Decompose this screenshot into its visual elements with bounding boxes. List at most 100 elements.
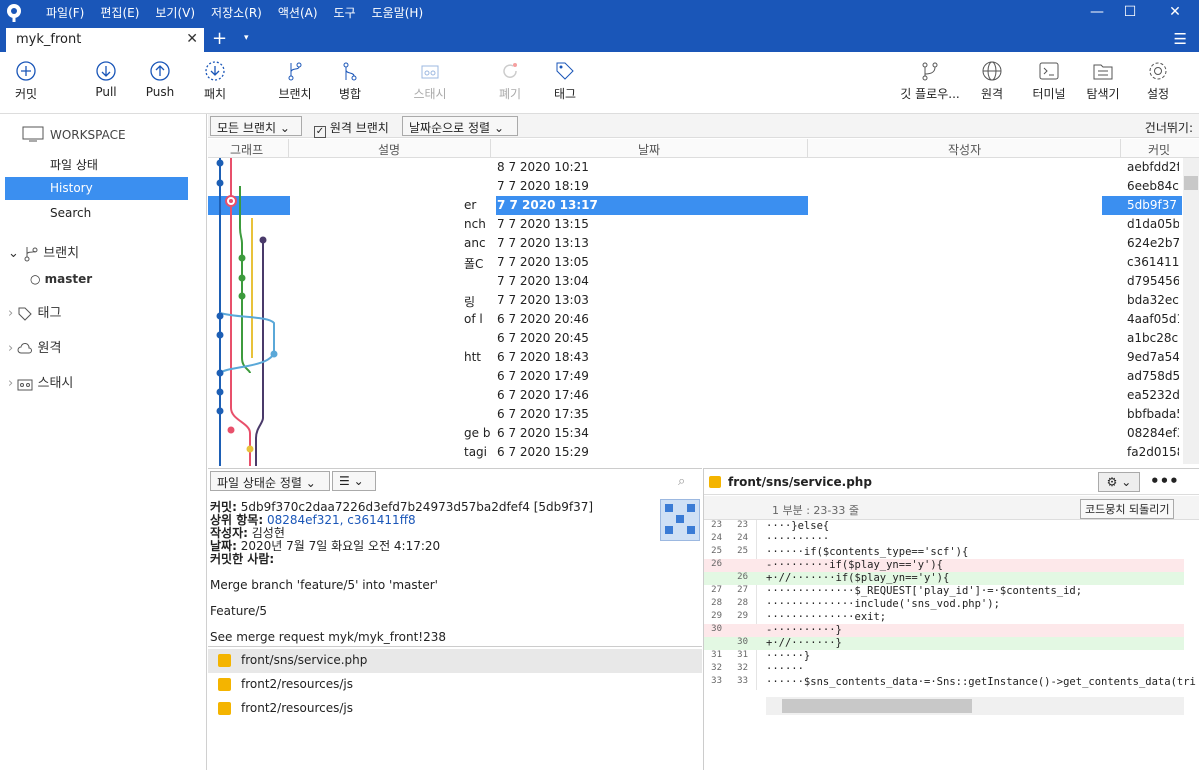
branch-filter-value: 모든 브랜치 <box>217 121 277 135</box>
changed-file-item[interactable]: front/sns/service.php <box>208 649 702 673</box>
commit-row[interactable]: 폴C 7 7 2020 13:05 c361411 <box>208 253 1183 272</box>
terminal-button[interactable]: 터미널 <box>1030 60 1068 102</box>
sidebar-item-history[interactable]: History <box>5 177 188 200</box>
stashes-label: 스태시 <box>37 376 74 391</box>
merge-button[interactable]: 병합 <box>336 60 364 102</box>
branch-filter-select[interactable]: 모든 브랜치 ⌄ <box>210 116 302 136</box>
search-icon[interactable]: ⌕ <box>678 474 685 489</box>
commit-button[interactable]: 커밋 <box>10 60 42 102</box>
menu-item[interactable]: 편집(E) <box>92 4 147 22</box>
menu-item[interactable]: 파일(F) <box>38 4 92 22</box>
chevron-down-icon: ⌄ <box>8 246 19 261</box>
sidebar-group-branches[interactable]: ⌄ 브랜치 <box>8 242 79 262</box>
tab-dropdown-icon[interactable]: ▾ <box>244 33 249 43</box>
sidebar-item-search[interactable]: Search <box>5 202 188 225</box>
new-tab-button[interactable]: + <box>212 28 227 50</box>
commit-row[interactable]: er 7 7 2020 13:17 5db9f37 <box>208 196 1183 215</box>
maximize-button[interactable]: ☐ <box>1115 4 1145 20</box>
patch-label: 패치 <box>203 87 227 101</box>
diff-line: 29 29 ··············exit; <box>704 611 1184 624</box>
pull-button[interactable]: Pull <box>90 60 122 99</box>
commit-row[interactable]: 6 7 2020 17:49 ad758d5 <box>208 367 1183 386</box>
file-sort-select[interactable]: 파일 상태순 정렬 ⌄ <box>210 471 330 491</box>
sort-select[interactable]: 날짜순으로 정렬 ⌄ <box>402 116 518 136</box>
commit-row[interactable]: htt 6 7 2020 18:43 9ed7a54f <box>208 348 1183 367</box>
col-graph[interactable]: 그래프 <box>230 141 263 158</box>
tags-label: 태그 <box>37 306 62 321</box>
diff-hscrollbar[interactable] <box>766 697 1184 715</box>
explorer-button[interactable]: 탐색기 <box>1084 60 1122 102</box>
commit-hash: c361411 <box>1127 255 1179 269</box>
sidebar-group-stashes[interactable]: › 스태시 <box>8 372 73 392</box>
settings-button[interactable]: 설정 <box>1144 60 1172 102</box>
master-label: master <box>44 272 93 286</box>
menu-item[interactable]: 액션(A) <box>270 4 326 22</box>
commit-row[interactable]: nch 7 7 2020 13:15 d1da05b <box>208 215 1183 234</box>
patch-button[interactable]: 패치 <box>200 60 230 102</box>
changed-file-item[interactable]: front2/resources/js <box>208 673 702 697</box>
branch-button[interactable]: 브랜치 <box>276 60 314 102</box>
commit-list-scrollbar[interactable] <box>1183 158 1199 464</box>
commit-row[interactable]: 8 7 2020 10:21 aebfdd2f <box>208 158 1183 177</box>
new-line-number: 32 <box>737 663 748 673</box>
remote-branches-toggle[interactable]: ✓ 원격 브랜치 <box>314 119 389 138</box>
scrollbar-thumb[interactable] <box>1184 176 1198 190</box>
remote-button[interactable]: 원격 <box>978 60 1006 102</box>
col-description[interactable]: 설명 <box>378 141 400 158</box>
minimize-button[interactable]: — <box>1082 4 1112 20</box>
commit-hash: bbfbada5 <box>1127 407 1179 421</box>
push-arrow-icon <box>150 61 170 81</box>
sidebar-item-file-status[interactable]: 파일 상태 <box>5 152 188 175</box>
commit-row[interactable]: 링 7 7 2020 13:03 bda32ec5 <box>208 291 1183 310</box>
commit-row[interactable]: tagi 6 7 2020 15:29 fa2d0158 <box>208 443 1183 462</box>
remotes-label: 원격 <box>37 341 62 356</box>
col-author[interactable]: 작성자 <box>948 141 981 158</box>
commit-hash: d1da05b <box>1127 217 1179 231</box>
col-date[interactable]: 날짜 <box>638 141 660 158</box>
commit-row[interactable]: 6 7 2020 17:46 ea5232d <box>208 386 1183 405</box>
commit-message: ge b <box>464 426 491 440</box>
gear-icon <box>1149 62 1167 80</box>
hamburger-menu-icon[interactable]: ☰ <box>1174 30 1187 48</box>
push-button[interactable]: Push <box>144 60 176 99</box>
branch-master[interactable]: ○ master <box>30 272 92 286</box>
commit-row[interactable]: ge b 6 7 2020 15:34 08284ef3 <box>208 424 1183 443</box>
sidebar-group-remotes[interactable]: › 원격 <box>8 337 61 357</box>
repo-tab[interactable]: myk_front ✕ <box>6 28 204 52</box>
discard-button[interactable]: 폐기 <box>496 60 524 102</box>
diff-options-button[interactable]: ⚙ ⌄ <box>1098 472 1140 492</box>
commit-row[interactable]: 7 7 2020 18:19 6eeb84ca <box>208 177 1183 196</box>
menu-item[interactable]: 보기(V) <box>147 4 203 22</box>
close-window-button[interactable]: ✕ <box>1160 4 1190 20</box>
history-panel: 모든 브랜치 ⌄ ✓ 원격 브랜치 날짜순으로 정렬 ⌄ 건너뛰기: 그래프 설… <box>208 114 1199 466</box>
revert-hunk-button[interactable]: 코드뭉치 되돌리기 <box>1080 499 1175 519</box>
view-mode-select[interactable]: ☰ ⌄ <box>332 471 376 491</box>
new-line-number: 31 <box>737 650 748 660</box>
push-label: Push <box>145 85 175 99</box>
commit-date: 6 7 2020 17:35 <box>497 407 589 421</box>
commit-row[interactable]: 6 7 2020 20:45 a1bc28c3 <box>208 329 1183 348</box>
menu-item[interactable]: 도구 <box>326 4 364 22</box>
modified-file-icon <box>709 476 721 488</box>
more-options-icon[interactable]: ••• <box>1150 472 1179 490</box>
parents-link[interactable]: 08284ef321, c361411ff8 <box>267 513 416 527</box>
commit-hash: 4aaf05d1 <box>1127 312 1179 326</box>
parents-label: 상위 항목: <box>210 513 264 527</box>
gitflow-button[interactable]: 깃 플로우... <box>898 60 962 102</box>
close-tab-icon[interactable]: ✕ <box>186 31 198 47</box>
commit-row[interactable]: anc 7 7 2020 13:13 624e2b7 <box>208 234 1183 253</box>
menu-item[interactable]: 저장소(R) <box>203 4 270 22</box>
scrollbar-thumb[interactable] <box>782 699 972 713</box>
commit-row[interactable]: 7 7 2020 13:04 d795456 <box>208 272 1183 291</box>
checkbox-checked-icon[interactable]: ✓ <box>314 126 326 138</box>
menu-bar: 파일(F) 편집(E) 보기(V) 저장소(R) 액션(A) 도구 도움말(H) <box>38 4 431 22</box>
col-commit[interactable]: 커밋 <box>1148 141 1170 158</box>
sidebar-group-tags[interactable]: › 태그 <box>8 302 61 322</box>
commit-row[interactable]: of l 6 7 2020 20:46 4aaf05d1 <box>208 310 1183 329</box>
stash-button[interactable]: 스태시 <box>410 60 450 102</box>
changed-file-item[interactable]: front2/resources/js <box>208 697 702 721</box>
diff-line: 30 +·//·······} <box>704 637 1184 650</box>
commit-row[interactable]: 6 7 2020 17:35 bbfbada5 <box>208 405 1183 424</box>
tag-button[interactable]: 태그 <box>551 60 579 102</box>
menu-item[interactable]: 도움말(H) <box>364 4 432 22</box>
